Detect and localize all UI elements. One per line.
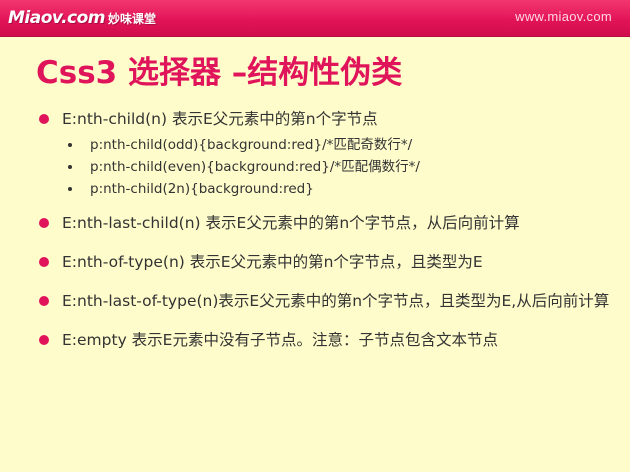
sub-list: p:nth-child(odd){background:red}/*匹配奇数行*… <box>36 134 616 200</box>
sub-bullet-icon <box>68 165 72 169</box>
sub-item: p:nth-child(odd){background:red}/*匹配奇数行*… <box>36 134 616 156</box>
sub-item-text: p:nth-child(2n){background:red} <box>90 181 314 197</box>
header-bar: Miaov.com 妙味课堂 www.miaov.com <box>0 0 630 37</box>
bullet-dot-icon <box>39 114 49 124</box>
miaov-logo: Miaov.com 妙味课堂 <box>8 5 156 31</box>
sub-bullet-icon <box>68 187 72 191</box>
bullet-dot-icon <box>39 218 49 228</box>
bullet-item: E:nth-last-child(n) 表示E父元素中的第n个字节点，从后向前计… <box>36 208 616 238</box>
bullet-item: E:nth-child(n) 表示E父元素中的第n个字节点 <box>36 104 616 134</box>
bullet-text: E:nth-last-of-type(n)表示E父元素中的第n个字节点，且类型为… <box>62 292 610 310</box>
slide: Miaov.com 妙味课堂 www.miaov.com Css3 选择器 –结… <box>0 0 630 472</box>
bullet-list: E:nth-child(n) 表示E父元素中的第n个字节点 p:nth-chil… <box>36 104 616 355</box>
sub-item-text: p:nth-child(even){background:red}/*匹配偶数行… <box>90 159 420 175</box>
bullet-dot-icon <box>39 296 49 306</box>
logo-wordmark: Miaov.com <box>8 8 106 28</box>
bullet-text: E:nth-last-child(n) 表示E父元素中的第n个字节点，从后向前计… <box>62 214 520 232</box>
bullet-text: E:nth-of-type(n) 表示E父元素中的第n个字节点，且类型为E <box>62 253 483 271</box>
sub-item-text: p:nth-child(odd){background:red}/*匹配奇数行*… <box>90 137 413 153</box>
bullet-text: E:nth-child(n) 表示E父元素中的第n个字节点 <box>62 110 378 128</box>
bullet-text: E:empty 表示E元素中没有子节点。注意：子节点包含文本节点 <box>62 331 498 349</box>
bullet-dot-icon <box>39 335 49 345</box>
sub-bullet-icon <box>68 143 72 147</box>
logo-subtitle: 妙味课堂 <box>108 11 157 26</box>
slide-title: Css3 选择器 –结构性伪类 <box>36 55 403 91</box>
bullet-item: E:nth-of-type(n) 表示E父元素中的第n个字节点，且类型为E <box>36 247 616 277</box>
bullet-dot-icon <box>39 257 49 267</box>
site-url: www.miaov.com <box>515 9 612 24</box>
bullet-item: E:empty 表示E元素中没有子节点。注意：子节点包含文本节点 <box>36 325 616 355</box>
sub-item: p:nth-child(even){background:red}/*匹配偶数行… <box>36 156 616 178</box>
sub-item: p:nth-child(2n){background:red} <box>36 178 616 200</box>
bullet-item: E:nth-last-of-type(n)表示E父元素中的第n个字节点，且类型为… <box>36 286 616 316</box>
